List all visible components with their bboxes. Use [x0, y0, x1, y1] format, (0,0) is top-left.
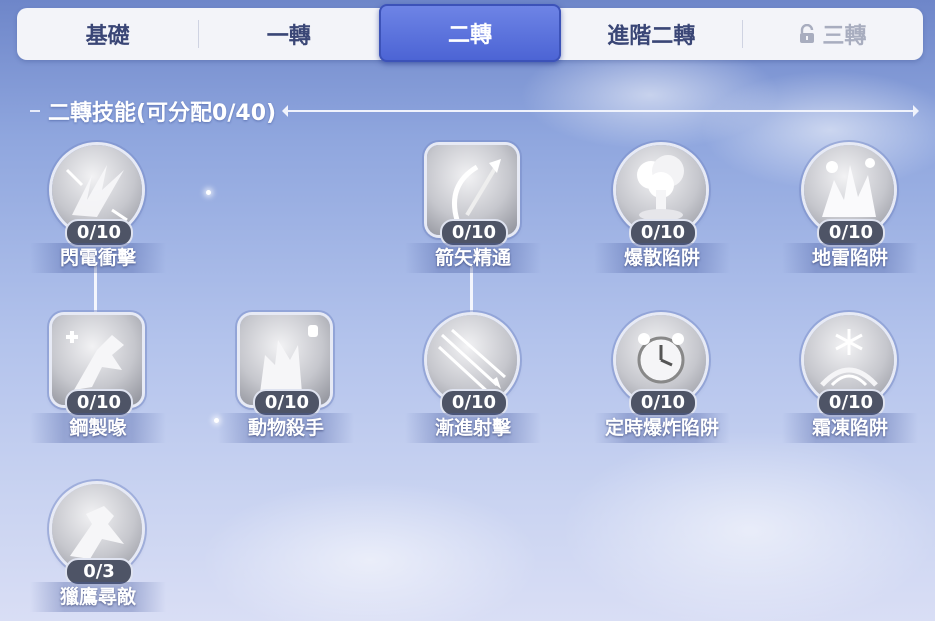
- skill-frost-trap[interactable]: 0/10 霜凍陷阱: [782, 315, 918, 455]
- skill-name: 箭矢精通: [405, 243, 541, 273]
- tab-label: 三轉: [822, 24, 867, 49]
- skill-name: 漸進射擊: [405, 413, 541, 443]
- section-title: 二轉技能(可分配0/40): [48, 101, 277, 126]
- tab-label: 二轉: [448, 23, 493, 48]
- header-arrow-line: [282, 105, 919, 117]
- skill-lightning-strike[interactable]: 0/10 閃電衝擊: [30, 145, 166, 285]
- background-cloud: [560, 430, 935, 621]
- skill-name: 閃電衝擊: [30, 243, 166, 273]
- skill-land-mine-trap[interactable]: 0/10 地雷陷阱: [782, 145, 918, 285]
- tab-third-job[interactable]: 三轉: [741, 8, 923, 60]
- job-tab-bar: 基礎 一轉 二轉 進階二轉 三轉: [17, 4, 923, 62]
- skill-name: 鋼製喙: [30, 413, 166, 443]
- skill-name: 動物殺手: [218, 413, 354, 443]
- skill-timer-bomb-trap[interactable]: 0/10 定時爆炸陷阱: [594, 315, 730, 455]
- tab-first-job[interactable]: 一轉: [198, 8, 379, 60]
- skill-name: 獵鷹尋敵: [30, 582, 166, 612]
- tab-second-job[interactable]: 二轉: [379, 4, 561, 62]
- tab-label: 進階二轉: [607, 24, 696, 49]
- skill-progressive-shot[interactable]: 0/10 漸進射擊: [405, 315, 541, 455]
- background-cloud: [200, 480, 540, 621]
- skill-scatter-trap[interactable]: 0/10 爆散陷阱: [594, 145, 730, 285]
- tab-label: 基礎: [85, 24, 130, 49]
- skill-animal-slayer[interactable]: 0/10 動物殺手: [218, 315, 354, 455]
- skill-name: 定時爆炸陷阱: [594, 413, 730, 443]
- skill-arrow-mastery[interactable]: 0/10 箭矢精通: [405, 145, 541, 285]
- sparkle: [206, 190, 211, 195]
- skill-steel-beak[interactable]: 0/10 鋼製喙: [30, 315, 166, 455]
- header-dash: [30, 110, 40, 112]
- skill-name: 爆散陷阱: [594, 243, 730, 273]
- tab-label: 一轉: [266, 24, 311, 49]
- skill-falcon-seek[interactable]: 0/3 獵鷹尋敵: [30, 484, 166, 621]
- tab-advanced-second-job[interactable]: 進階二轉: [561, 8, 742, 60]
- skill-name: 霜凍陷阱: [782, 413, 918, 443]
- section-header: 二轉技能(可分配0/40): [30, 93, 919, 129]
- tab-basic[interactable]: 基礎: [17, 8, 198, 60]
- lock-icon: [800, 24, 815, 43]
- skill-name: 地雷陷阱: [782, 243, 918, 273]
